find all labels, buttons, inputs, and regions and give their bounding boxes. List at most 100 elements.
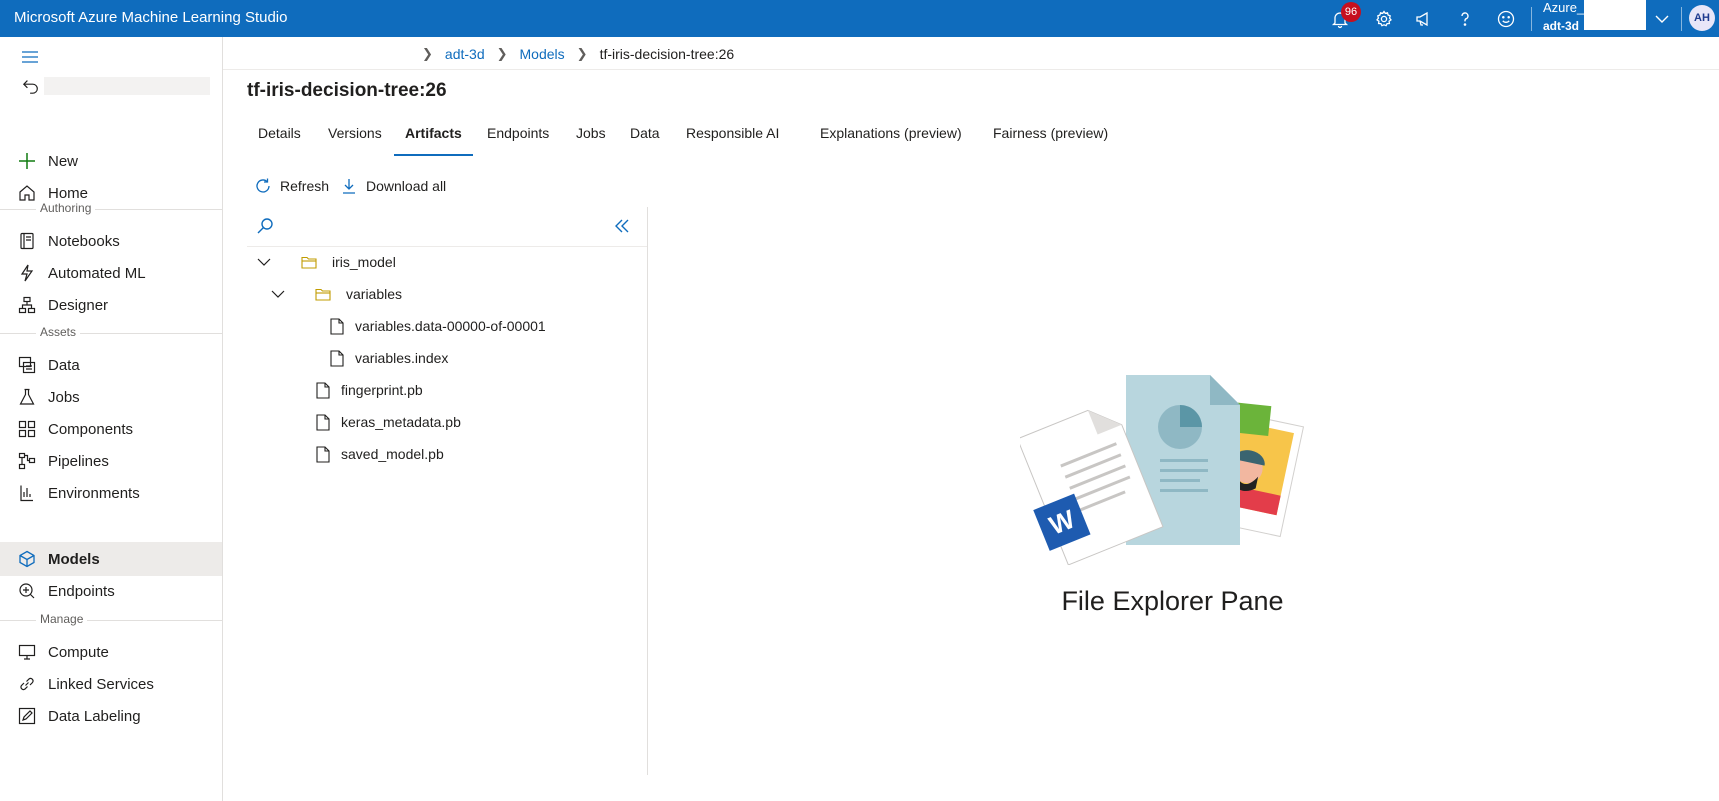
sidebar-item-data-labeling[interactable]: Data Labeling xyxy=(0,700,222,732)
chevron-right-icon: ❯ xyxy=(576,46,588,61)
divider xyxy=(223,69,1719,70)
divider xyxy=(0,209,222,210)
tree-item-label: variables xyxy=(346,286,403,302)
tab-explanations[interactable]: Explanations (preview) xyxy=(809,120,973,156)
chevron-down-icon[interactable] xyxy=(1649,6,1675,32)
tree-folder-iris-model[interactable]: iris_model xyxy=(301,247,396,277)
breadcrumb-current: tf-iris-decision-tree:26 xyxy=(599,46,735,62)
sidebar-item-label: Designer xyxy=(48,296,109,314)
sidebar-item-environments[interactable]: Environments xyxy=(0,477,222,509)
collapse-pane-icon[interactable] xyxy=(613,217,631,235)
avatar[interactable]: AH xyxy=(1689,5,1715,31)
sidebar-item-label: Endpoints xyxy=(48,582,115,600)
sidebar-item-label: Pipelines xyxy=(48,452,109,470)
tree-file[interactable]: variables.data-00000-of-00001 xyxy=(329,311,546,341)
section-label: Manage xyxy=(36,612,88,626)
file-icon xyxy=(315,413,331,431)
notebook-icon xyxy=(18,232,36,250)
tree-item-label: variables.data-00000-of-00001 xyxy=(355,318,546,334)
sidebar-item-label: Automated ML xyxy=(48,264,146,282)
chevron-down-icon[interactable] xyxy=(256,254,272,270)
tab-artifacts[interactable]: Artifacts xyxy=(394,120,473,156)
page-title: tf-iris-decision-tree:26 xyxy=(247,80,447,101)
chevron-down-icon[interactable] xyxy=(270,286,286,302)
section-label: Authoring xyxy=(36,201,96,215)
folder-open-icon xyxy=(315,285,331,303)
sidebar-item-endpoints[interactable]: Endpoints xyxy=(0,575,222,607)
folder-open-icon xyxy=(301,253,317,271)
tree-item-label: keras_metadata.pb xyxy=(341,414,461,430)
smiley-icon[interactable] xyxy=(1493,6,1519,32)
tree-file[interactable]: keras_metadata.pb xyxy=(315,407,461,437)
tree-file[interactable]: variables.index xyxy=(329,343,448,373)
hamburger-icon[interactable] xyxy=(20,47,40,67)
account-name[interactable]: Azure_ xyxy=(1543,0,1584,15)
file-icon xyxy=(315,445,331,463)
download-all-button[interactable]: Download all xyxy=(340,175,446,197)
sidebar-item-new[interactable]: New xyxy=(0,145,222,177)
sidebar-item-label: Linked Services xyxy=(48,675,154,693)
divider xyxy=(0,333,222,334)
sidebar-item-linked-services[interactable]: Linked Services xyxy=(0,668,222,700)
search-icon[interactable] xyxy=(256,217,274,235)
tab-fairness[interactable]: Fairness (preview) xyxy=(982,120,1119,156)
sidebar-item-label: Environments xyxy=(48,484,140,502)
tree-file[interactable]: saved_model.pb xyxy=(315,439,444,469)
sidebar-item-pipelines[interactable]: Pipelines xyxy=(0,445,222,477)
tree-search-row xyxy=(247,207,647,247)
tree-folder-variables[interactable]: variables xyxy=(315,279,402,309)
sidebar-item-designer[interactable]: Designer xyxy=(0,289,222,321)
environments-icon xyxy=(18,484,36,502)
sidebar-item-label: Jobs xyxy=(48,388,80,406)
sidebar-item-label: Components xyxy=(48,420,134,438)
download-all-label: Download all xyxy=(366,178,447,194)
file-icon xyxy=(329,317,345,335)
sidebar-item-notebooks[interactable]: Notebooks xyxy=(0,225,222,257)
file-explorer-illustration: W xyxy=(1020,375,1305,565)
tab-endpoints[interactable]: Endpoints xyxy=(476,120,560,156)
sidebar-item-label: Notebooks xyxy=(48,232,120,250)
labeling-icon xyxy=(18,707,36,725)
tab-details[interactable]: Details xyxy=(247,120,312,156)
divider xyxy=(0,620,222,621)
sidebar-item-label: Home xyxy=(48,184,89,202)
sidebar-item-label: New xyxy=(48,152,79,170)
sidebar-item-label: Compute xyxy=(48,643,109,661)
divider xyxy=(1681,7,1682,31)
gear-icon[interactable] xyxy=(1371,6,1397,32)
refresh-button[interactable]: Refresh xyxy=(254,175,329,197)
chevron-right-icon: ❯ xyxy=(496,46,508,61)
refresh-label: Refresh xyxy=(280,178,330,194)
back-icon[interactable] xyxy=(22,77,40,95)
tab-responsible-ai[interactable]: Responsible AI xyxy=(675,120,790,156)
explorer-pane-label: File Explorer Pane xyxy=(1061,586,1284,616)
sidebar-item-models[interactable]: Models xyxy=(0,542,222,576)
tab-versions[interactable]: Versions xyxy=(317,120,393,156)
sidebar-item-automated-ml[interactable]: Automated ML xyxy=(0,257,222,289)
link-icon xyxy=(18,675,36,693)
sidebar: New Home Authoring Notebooks Automated M… xyxy=(0,37,223,801)
file-icon xyxy=(315,381,331,399)
sidebar-item-jobs[interactable]: Jobs xyxy=(0,381,222,413)
breadcrumb-models[interactable]: Models xyxy=(520,46,565,62)
sidebar-item-data[interactable]: Data xyxy=(0,349,222,381)
flask-icon xyxy=(18,388,36,406)
sidebar-item-compute[interactable]: Compute xyxy=(0,636,222,668)
tab-data[interactable]: Data xyxy=(619,120,671,156)
help-icon[interactable] xyxy=(1452,6,1478,32)
sidebar-section-authoring: Authoring xyxy=(0,200,222,218)
account-workspace[interactable]: adt-3d xyxy=(1543,19,1579,33)
tab-jobs[interactable]: Jobs xyxy=(565,120,617,156)
cube-icon xyxy=(18,550,36,568)
compute-icon xyxy=(18,643,36,661)
sidebar-search-field[interactable] xyxy=(44,77,210,95)
tree-item-label: saved_model.pb xyxy=(341,446,444,462)
megaphone-icon[interactable] xyxy=(1411,6,1437,32)
breadcrumb-workspace[interactable]: adt-3d xyxy=(445,46,485,62)
tree-item-label: variables.index xyxy=(355,350,449,366)
sidebar-item-components[interactable]: Components xyxy=(0,413,222,445)
tree-file[interactable]: fingerprint.pb xyxy=(315,375,423,405)
components-icon xyxy=(18,420,36,438)
automl-icon xyxy=(18,264,36,282)
data-icon xyxy=(18,356,36,374)
